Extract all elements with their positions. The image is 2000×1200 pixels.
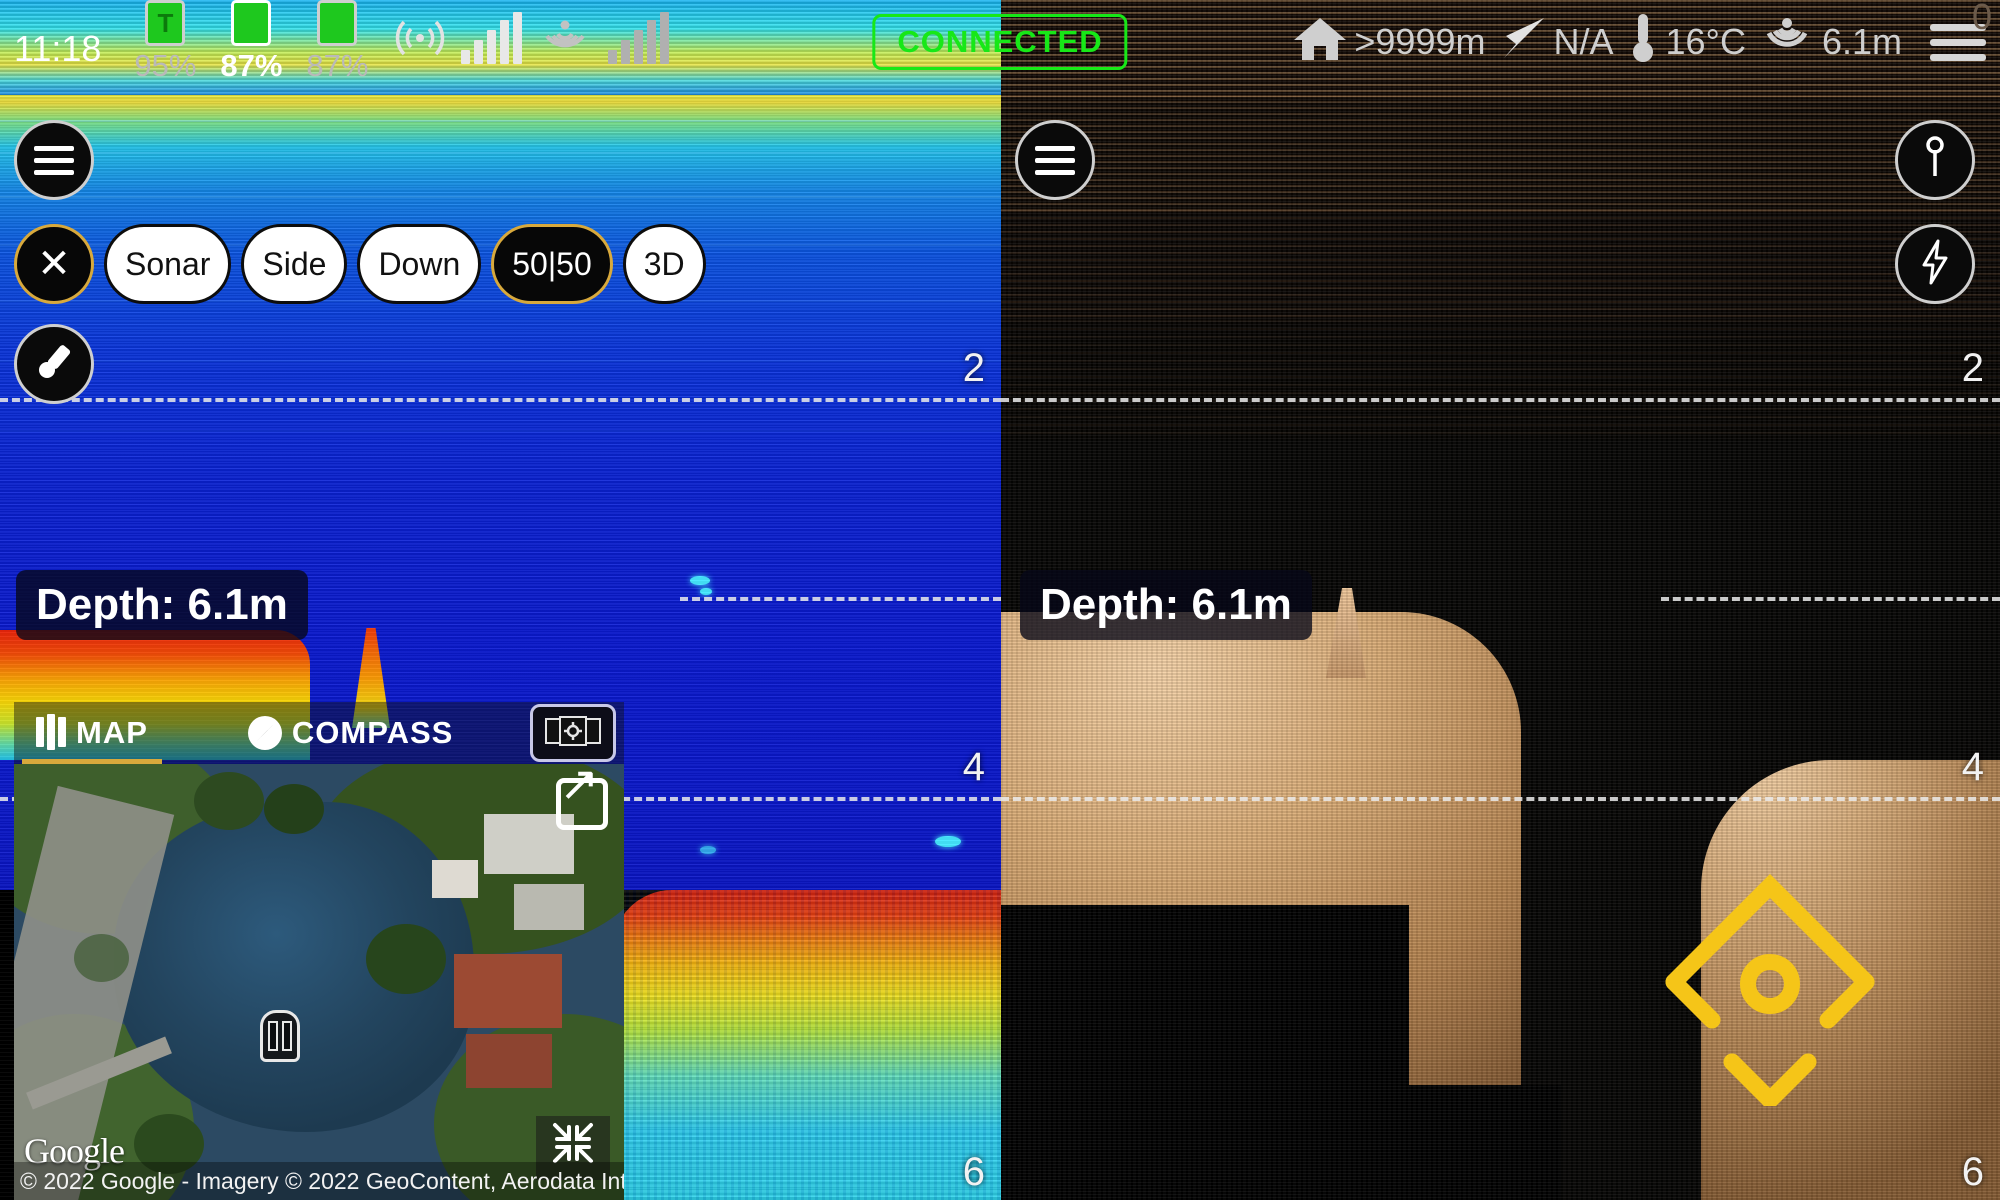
target-reticle-icon[interactable] [1650,826,1890,1109]
sonar-depth-icon [1758,15,1816,69]
map-card-tabs[interactable]: MAP COMPASS [14,702,624,764]
mode-button-5050[interactable]: 50|50 [491,224,613,304]
battery-letter: T [157,7,174,38]
status-badge: CONNECTED [872,14,1128,70]
corner-counter: 0 [1971,0,1992,37]
color-palette-button[interactable] [14,324,94,404]
battery-phone: 87% [209,0,293,84]
close-mode-selector-button[interactable]: ✕ [14,224,94,304]
map-icon [36,713,66,750]
map-pin-icon [1920,134,1950,187]
compass-icon [247,716,282,750]
map-view[interactable]: Google © 2022 Google - Imagery © 2022 Ge… [14,764,624,1200]
battery-secondary-pct: 87% [306,48,369,83]
depth-value: 6.1m [1821,21,1902,62]
battery-phone-pct: 87% [220,48,283,83]
tab-compass-label: COMPASS [291,715,454,750]
temperature-value: 16°C [1665,21,1746,62]
navigation-arrow-icon [1498,14,1548,70]
right-panel-menu-button[interactable] [1015,120,1095,200]
paintbrush-icon [31,339,77,390]
wifi-broadcast-icon [391,16,449,84]
tab-compass[interactable]: COMPASS [226,702,475,764]
hamburger-menu-icon [1035,145,1075,175]
sonar-view-toggle-button[interactable] [530,704,616,762]
map-card[interactable]: MAP COMPASS ↗ Google © 2022 Google - Ima… [14,702,624,1200]
signal-bars-secondary-icon [608,12,670,84]
signal-bars-icon [461,12,523,84]
mode-button-3d[interactable]: 3D [622,224,706,304]
mode-button-down[interactable]: Down [357,224,482,304]
lightning-bolt-icon [1918,238,1952,291]
add-waypoint-button[interactable] [1895,120,1975,200]
left-panel-menu-button[interactable] [14,120,94,200]
mode-button-sonar[interactable]: Sonar [104,224,232,304]
tab-map-label: MAP [76,715,148,750]
mode-button-side[interactable]: Side [241,224,348,304]
flash-boost-button[interactable] [1895,224,1975,304]
battery-secondary-icon [317,0,358,46]
sonar-mode-selector[interactable]: ✕ Sonar Side Down 50|50 3D [14,224,706,304]
right-depth-readout: Depth: 6.1m [1020,570,1312,640]
boat-marker-icon [260,1010,300,1062]
battery-secondary: 87% [295,0,379,84]
battery-transmitter-pct: 95% [134,48,197,83]
battery-transmitter-icon: T [145,0,186,46]
battery-transmitter: T 95% [123,0,207,84]
home-icon [1292,14,1348,70]
clock: 11:18 [14,28,102,69]
thermometer-icon [1626,10,1660,74]
map-attribution: © 2022 Google - Imagery © 2022 GeoConten… [14,1162,624,1200]
status-bar: 11:18 T 95% 87% 87% CONNECTED >9999m N/A… [0,0,2000,84]
hamburger-menu-icon [34,145,74,175]
home-distance: >9999m [1354,21,1486,62]
expand-map-button[interactable] [556,764,608,830]
left-depth-readout: Depth: 6.1m [16,570,308,640]
tab-map[interactable]: MAP [14,702,170,764]
battery-group: T 95% 87% 87% [123,0,379,84]
battery-phone-icon [231,0,272,46]
gps-value: N/A [1553,21,1614,62]
connection-status-badge: CONNECTED [872,14,1128,70]
sonar-app-screen: 2 4 6 Depth: 6.1m 2 4 6 Depth: 6.1m 11:1… [0,0,2000,1200]
boat-sonar-view-icon [542,711,604,756]
sonar-waves-icon [534,16,596,84]
